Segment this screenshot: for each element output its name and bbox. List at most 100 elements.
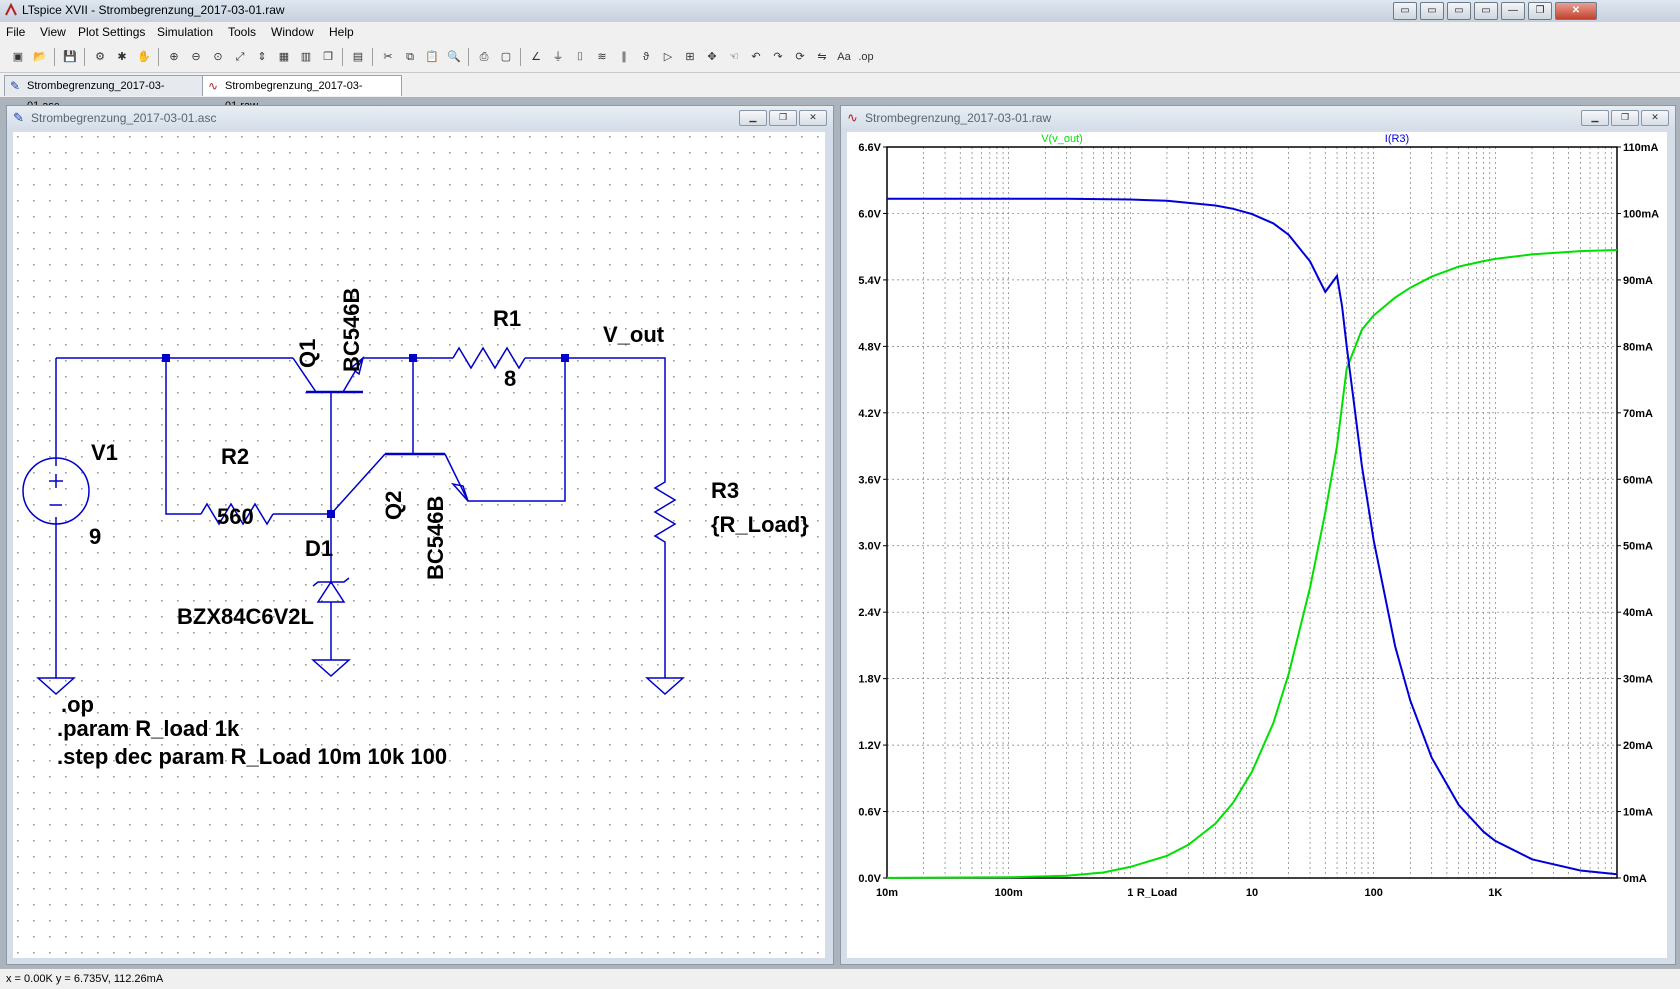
cut-icon[interactable]: ✂ — [378, 47, 398, 67]
status-bar: x = 0.00K y = 6.735V, 112.26mA — [0, 968, 1680, 989]
menu-view[interactable]: View — [40, 25, 66, 39]
tile-icon[interactable]: ▭ — [1447, 2, 1471, 20]
label-v1-value[interactable]: 9 — [89, 524, 101, 550]
tab-schematic[interactable]: ✎ Strombegrenzung_2017-03-01.asc — [4, 75, 204, 112]
label-q1-model[interactable]: BC546B — [339, 288, 365, 372]
cascade-icon[interactable]: ❐ — [318, 47, 338, 67]
label-q1-name[interactable]: Q1 — [295, 339, 321, 368]
minimize-button[interactable]: ▁ — [739, 110, 767, 126]
ground-icon[interactable]: ⏚ — [548, 47, 568, 67]
autorange-icon[interactable]: ⇕ — [252, 47, 272, 67]
inductor-icon[interactable]: ϑ — [636, 47, 656, 67]
text-icon[interactable]: Aa — [834, 47, 854, 67]
close-button[interactable]: ✕ — [1641, 110, 1669, 126]
label-r1-name[interactable]: R1 — [493, 306, 521, 332]
window-controls: ▭ ▭ ▭ ▭ — ❐ ✕ — [1390, 2, 1597, 20]
drag-icon[interactable]: ☜ — [724, 47, 744, 67]
tile-vertical-icon[interactable]: ▥ — [296, 47, 316, 67]
toolbar-separator — [84, 48, 85, 66]
y-right-tick-label: 60mA — [1623, 474, 1653, 486]
spice-directive-icon[interactable]: .op — [856, 47, 876, 67]
maximize-button[interactable]: ❐ — [1528, 2, 1552, 20]
y-left-tick-label: 1.8V — [858, 674, 881, 686]
capacitor-icon[interactable]: ∥ — [614, 47, 634, 67]
label-d1-model[interactable]: BZX84C6V2L — [177, 604, 314, 630]
halt-icon[interactable]: ✋ — [134, 47, 154, 67]
close-button[interactable]: ✕ — [799, 110, 827, 126]
copy-icon[interactable]: ⧉ — [400, 47, 420, 67]
redo-icon[interactable]: ↷ — [768, 47, 788, 67]
tile-icon[interactable]: ▭ — [1420, 2, 1444, 20]
spice-directive-step[interactable]: .step dec param R_Load 10m 10k 100 — [57, 744, 447, 770]
label-q2-name[interactable]: Q2 — [381, 491, 407, 520]
window-title: LTspice XVII - Strombegrenzung_2017-03-0… — [22, 3, 285, 17]
tile-icon[interactable]: ▭ — [1393, 2, 1417, 20]
cursor-readout: x = 0.00K y = 6.735V, 112.26mA — [6, 973, 164, 985]
tab-bar: ✎ Strombegrenzung_2017-03-01.asc ∿ Strom… — [0, 73, 1680, 112]
waveform-window: ∿ Strombegrenzung_2017-03-01.raw ▁ ❐ ✕ 0.0… — [840, 105, 1676, 965]
zoom-out-icon[interactable]: ⊖ — [186, 47, 206, 67]
label-r1-value[interactable]: 8 — [504, 366, 516, 392]
paste-icon[interactable]: 📋 — [422, 47, 442, 67]
y-right-tick-label: 30mA — [1623, 674, 1653, 686]
close-button[interactable]: ✕ — [1555, 2, 1597, 20]
maximize-button[interactable]: ❐ — [1611, 110, 1639, 126]
undo-icon[interactable]: ↶ — [746, 47, 766, 67]
zoom-fit-icon[interactable]: ⊙ — [208, 47, 228, 67]
diode-icon[interactable]: ▷ — [658, 47, 678, 67]
run-icon[interactable]: ✱ — [112, 47, 132, 67]
y-right-tick-label: 80mA — [1623, 341, 1653, 353]
move-icon[interactable]: ✥ — [702, 47, 722, 67]
menu-simulation[interactable]: Simulation — [157, 25, 213, 39]
net-label-vout[interactable]: V_out — [603, 322, 664, 348]
title-bar: LTspice XVII - Strombegrenzung_2017-03-0… — [0, 0, 1680, 23]
menu-tools[interactable]: Tools — [228, 25, 256, 39]
menu-file[interactable]: File — [6, 25, 25, 39]
minimize-button[interactable]: ▁ — [1581, 110, 1609, 126]
y-right-tick-label: 50mA — [1623, 541, 1653, 553]
grid-icon[interactable]: ▦ — [274, 47, 294, 67]
y-left-tick-label: 0.0V — [858, 873, 881, 885]
wire-icon[interactable]: ∠ — [526, 47, 546, 67]
waveform-canvas[interactable]: 0.0V 0mA 0.6V 10mA 1.2V 20mA 1.8V 30mA 2.4V 40mA 3… — [847, 132, 1667, 958]
spice-directive-param[interactable]: .param R_load 1k — [57, 716, 239, 742]
label-r2-name[interactable]: R2 — [221, 444, 249, 470]
waveform-icon: ∿ — [847, 110, 858, 125]
label-v1-name[interactable]: V1 — [91, 440, 118, 466]
open-icon[interactable]: 📂 — [30, 47, 50, 67]
schematic-canvas[interactable]: V1 9 R2 560 D1 BZX84C6V2L Q1 BC546B Q2 B… — [13, 132, 825, 958]
plot-background — [847, 132, 1667, 958]
save-icon[interactable]: 💾 — [60, 47, 80, 67]
maximize-button[interactable]: ❐ — [769, 110, 797, 126]
menu-plot-settings[interactable]: Plot Settings — [78, 25, 145, 39]
label-r3-value[interactable]: {R_Load} — [711, 512, 809, 538]
y-right-tick-label: 100mA — [1623, 208, 1659, 220]
zoom-full-icon[interactable]: ⤢ — [230, 47, 250, 67]
label-d1-name[interactable]: D1 — [305, 536, 333, 562]
menu-window[interactable]: Window — [271, 25, 314, 39]
mirror-icon[interactable]: ⇋ — [812, 47, 832, 67]
schematic-window: ✎ Strombegrenzung_2017-03-01.asc ▁ ❐ ✕ V… — [6, 105, 834, 965]
minimize-button[interactable]: — — [1501, 2, 1525, 20]
tile-horizontal-icon[interactable]: ▤ — [348, 47, 368, 67]
y-left-tick-label: 6.6V — [858, 142, 881, 154]
resistor-icon[interactable]: ≋ — [592, 47, 612, 67]
tab-waveform[interactable]: ∿ Strombegrenzung_2017-03-01.raw — [202, 75, 402, 112]
label-r3-name[interactable]: R3 — [711, 478, 739, 504]
zoom-in-icon[interactable]: ⊕ — [164, 47, 184, 67]
menu-help[interactable]: Help — [329, 25, 354, 39]
rotate-icon[interactable]: ⟳ — [790, 47, 810, 67]
spice-directive-op[interactable]: .op — [61, 692, 94, 718]
waveform-plot[interactable]: 0.0V 0mA 0.6V 10mA 1.2V 20mA 1.8V 30mA 2.4V 40mA 3… — [847, 132, 1667, 958]
tile-icon[interactable]: ▭ — [1474, 2, 1498, 20]
label-q2-model[interactable]: BC546B — [423, 496, 449, 580]
toolbar-separator — [158, 48, 159, 66]
print-preview-icon[interactable]: ▢ — [496, 47, 516, 67]
print-icon[interactable]: ⎙ — [474, 47, 494, 67]
find-icon[interactable]: 🔍 — [444, 47, 464, 67]
component-icon[interactable]: ⊞ — [680, 47, 700, 67]
label-icon[interactable]: ⌷ — [570, 47, 590, 67]
new-schematic-icon[interactable]: ▣ — [8, 47, 28, 67]
control-panel-icon[interactable]: ⚙ — [90, 47, 110, 67]
label-r2-value[interactable]: 560 — [217, 504, 254, 530]
